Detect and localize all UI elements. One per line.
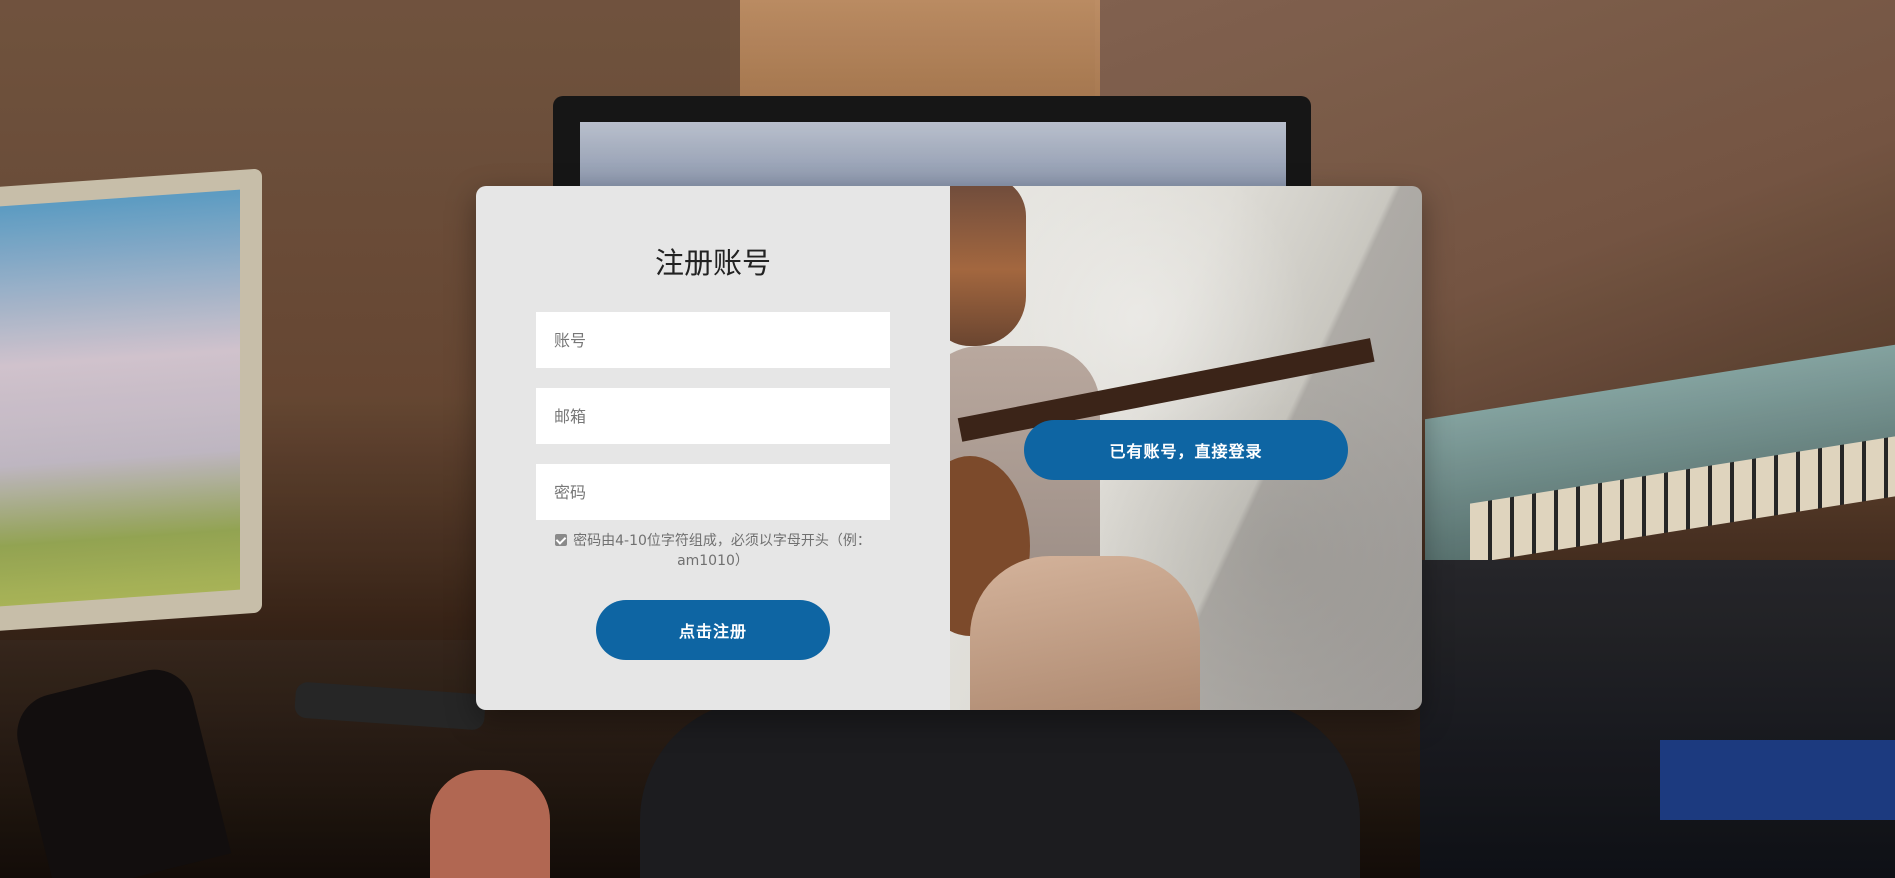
login-button[interactable]: 已有账号，直接登录 xyxy=(1024,420,1348,480)
photo-person-head xyxy=(950,186,1026,346)
register-button[interactable]: 点击注册 xyxy=(596,600,830,660)
side-photo-panel: 已有账号，直接登录 xyxy=(950,186,1422,710)
register-panel: 注册账号 密码由4-10位字符组成，必须以字母开头（例：am1010） 点击注册 xyxy=(476,186,950,710)
password-input[interactable] xyxy=(536,464,890,520)
checkbox-checked-icon[interactable] xyxy=(555,534,568,546)
password-hint-text: 密码由4-10位字符组成，必须以字母开头（例：am1010） xyxy=(573,533,871,569)
register-title: 注册账号 xyxy=(654,246,771,280)
password-hint: 密码由4-10位字符组成，必须以字母开头（例：am1010） xyxy=(536,531,890,571)
auth-card: 注册账号 密码由4-10位字符组成，必须以字母开头（例：am1010） 点击注册… xyxy=(476,186,1422,710)
photo-person-leg xyxy=(970,556,1200,710)
email-input[interactable] xyxy=(536,388,890,444)
account-input[interactable] xyxy=(536,312,890,368)
